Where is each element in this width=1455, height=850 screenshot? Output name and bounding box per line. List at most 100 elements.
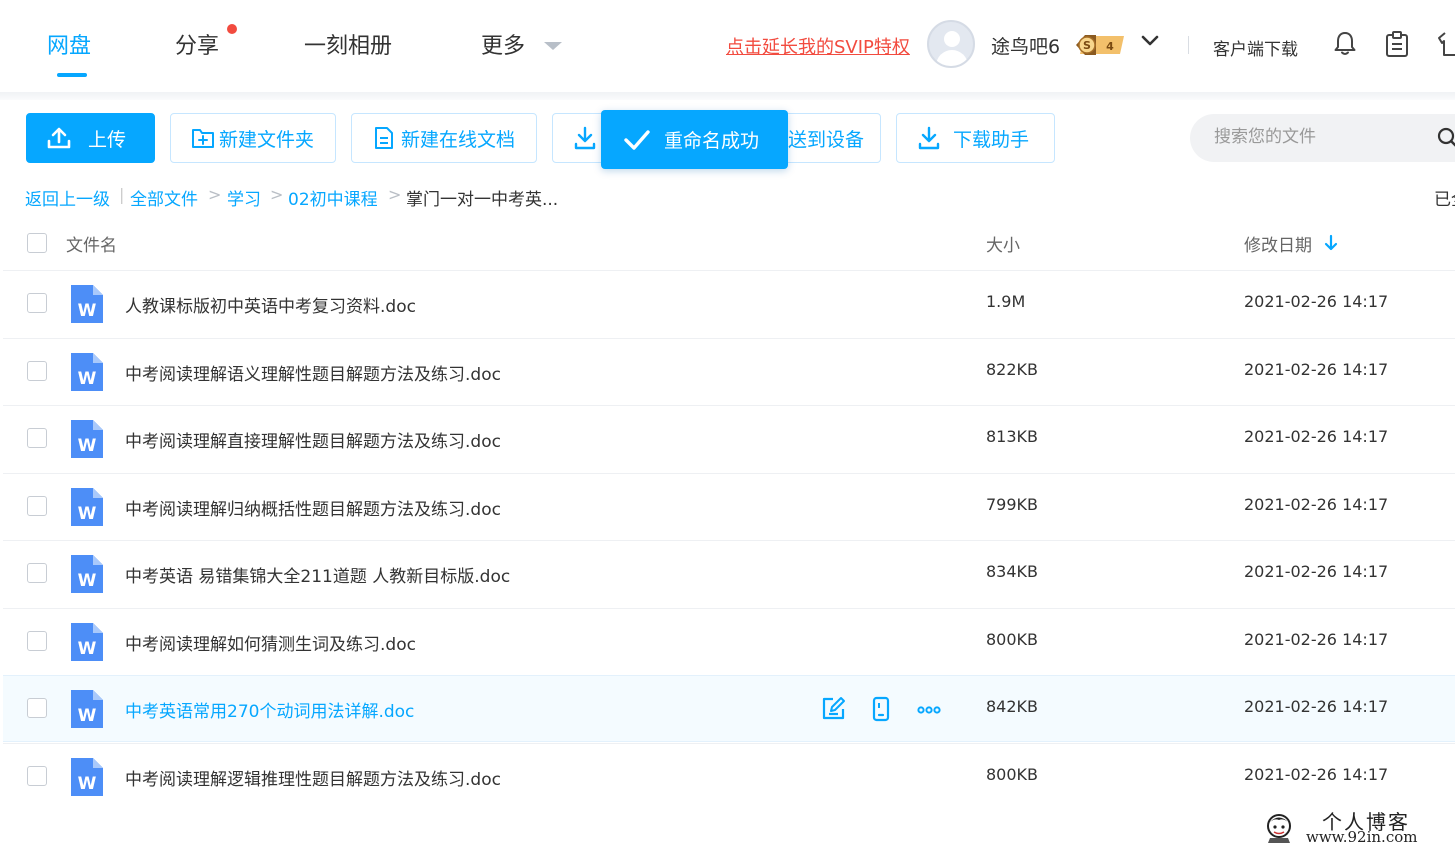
chevron-down-icon[interactable] [1140,34,1160,48]
svip-renew-link[interactable]: 点击延长我的SVIP特权 [726,33,910,59]
row-checkbox[interactable] [27,765,47,786]
loaded-count-text: 已全 [1434,190,1455,210]
breadcrumb-course[interactable]: 02初中课程 [288,185,378,210]
word-file-icon: W [71,757,103,796]
file-name[interactable]: 中考阅读理解逻辑推理性题目解题方法及练习.doc [125,765,501,790]
file-size: 834KB [986,562,1039,581]
file-modified-date: 2021-02-26 14:17 [1244,292,1389,311]
clipboard-icon[interactable] [1385,30,1409,58]
svg-text:W: W [78,504,97,524]
tab-netdisk[interactable]: 网盘 [47,28,91,60]
file-modified-date: 2021-02-26 14:17 [1244,427,1389,446]
search-box [1190,114,1455,162]
search-input[interactable] [1212,126,1436,148]
nav-shadow [0,92,1455,100]
notification-dot [227,24,237,34]
row-checkbox[interactable] [27,495,47,516]
file-row[interactable]: W 中考英语常用270个动词用法详解.doc 842KB 2021-02-26 … [3,675,1455,742]
row-checkbox[interactable] [27,698,47,718]
vip-level: 4 [1106,40,1114,53]
file-size: 813KB [986,427,1039,446]
svg-text:W: W [78,436,97,456]
avatar[interactable] [927,20,975,68]
upload-icon [47,127,71,149]
word-file-icon: W [71,285,103,323]
more-dropdown-icon[interactable] [544,42,562,50]
file-row[interactable]: W 中考阅读理解逻辑推理性题目解题方法及练习.doc 800KB 2021-02… [3,742,1455,810]
svg-text:W: W [78,774,97,794]
active-tab-indicator [57,73,87,77]
file-modified-date: 2021-02-26 14:17 [1244,359,1389,379]
file-row[interactable]: W 中考英语 易错集锦大全211道题 人教新目标版.doc 834KB 2021… [3,540,1455,607]
download-helper-button[interactable]: 下载助手 [896,113,1055,163]
file-row[interactable]: W 中考阅读理解归纳概括性题目解题方法及练习.doc 799KB 2021-02… [3,472,1455,540]
new-folder-label: 新建文件夹 [219,128,315,151]
top-navigation: 网盘 分享 一刻相册 更多 点击延长我的SVIP特权 途鸟吧6 S 4 客户端下… [0,0,1455,100]
new-online-doc-button[interactable]: 新建在线文档 [351,113,537,163]
rename-icon[interactable] [820,696,846,722]
file-name[interactable]: 中考阅读理解语义理解性题目解题方法及练习.doc [125,360,501,385]
breadcrumb-separator: > [388,185,402,204]
file-name[interactable]: 中考阅读理解如何猜测生词及练习.doc [125,630,416,655]
breadcrumb-all-files[interactable]: 全部文件 [130,185,198,210]
file-name[interactable]: 人教课标版初中英语中考复习资料.doc [125,292,416,317]
new-folder-button[interactable]: 新建文件夹 [170,113,336,163]
file-modified-date: 2021-02-26 14:17 [1244,764,1389,784]
nav-divider [1188,36,1189,54]
row-checkbox[interactable] [27,630,47,651]
row-checkbox[interactable] [27,428,47,448]
svg-text:W: W [78,639,97,659]
file-name[interactable]: 中考英语常用270个动词用法详解.doc [125,697,414,722]
select-all-checkbox[interactable] [27,233,47,253]
check-icon [624,129,650,150]
folder-plus-icon [192,129,214,148]
breadcrumb-current: 掌门一对一中考英... [406,190,559,210]
breadcrumb-back[interactable]: 返回上一级 [25,185,110,210]
rename-success-toast: 重命名成功 [601,110,788,169]
row-checkbox[interactable] [27,360,47,381]
send-to-phone-icon[interactable] [868,696,894,722]
document-icon [375,127,393,149]
client-download-link[interactable]: 客户端下载 [1213,35,1298,60]
download-helper-label: 下载助手 [953,128,1030,151]
svg-text:W: W [78,301,97,321]
file-row[interactable]: W 中考阅读理解直接理解性题目解题方法及练习.doc 813KB 2021-02… [3,405,1455,472]
svg-text:W: W [78,369,97,389]
column-header-size[interactable]: 大小 [986,231,1020,256]
blog-mascot-icon [1267,814,1291,843]
username[interactable]: 途鸟吧6 [991,32,1060,59]
file-name[interactable]: 中考阅读理解归纳概括性题目解题方法及练习.doc [125,495,501,520]
file-name[interactable]: 中考英语 易错集锦大全211道题 人教新目标版.doc [125,562,510,587]
file-size: 799KB [986,494,1039,514]
row-checkbox[interactable] [27,293,47,313]
toast-message: 重命名成功 [664,130,760,152]
file-row[interactable]: W 中考阅读理解如何猜测生词及练习.doc 800KB 2021-02-26 1… [3,607,1455,675]
bell-icon[interactable] [1333,30,1357,56]
column-header-name[interactable]: 文件名 [66,231,117,256]
download-icon [574,126,596,150]
tab-more[interactable]: 更多 [481,28,525,60]
breadcrumb-separator: > [208,185,222,204]
tab-share[interactable]: 分享 [175,28,219,60]
upload-button[interactable]: 上传 [26,113,155,163]
file-size: 822KB [986,359,1039,379]
word-file-icon: W [71,622,103,661]
breadcrumb-study[interactable]: 学习 [227,185,261,210]
sort-descending-icon[interactable] [1323,234,1339,252]
shirt-icon[interactable] [1437,30,1455,58]
tab-moment-album[interactable]: 一刻相册 [304,28,392,60]
svg-text:W: W [78,571,97,591]
file-size: 800KB [986,764,1039,784]
search-icon[interactable] [1437,127,1455,149]
file-name[interactable]: 中考阅读理解直接理解性题目解题方法及练习.doc [125,427,501,452]
more-options-icon[interactable] [916,696,942,722]
word-file-icon: W [71,487,103,526]
word-file-icon: W [71,352,103,391]
file-row[interactable]: W 中考阅读理解语义理解性题目解题方法及练习.doc 822KB 2021-02… [3,337,1455,405]
file-row[interactable]: W 人教课标版初中英语中考复习资料.doc 1.9M 2021-02-26 14… [3,270,1455,337]
row-checkbox[interactable] [27,563,47,583]
download-icon [918,126,940,150]
word-file-icon: W [71,690,103,728]
file-size: 800KB [986,629,1039,649]
column-header-date[interactable]: 修改日期 [1244,231,1312,256]
